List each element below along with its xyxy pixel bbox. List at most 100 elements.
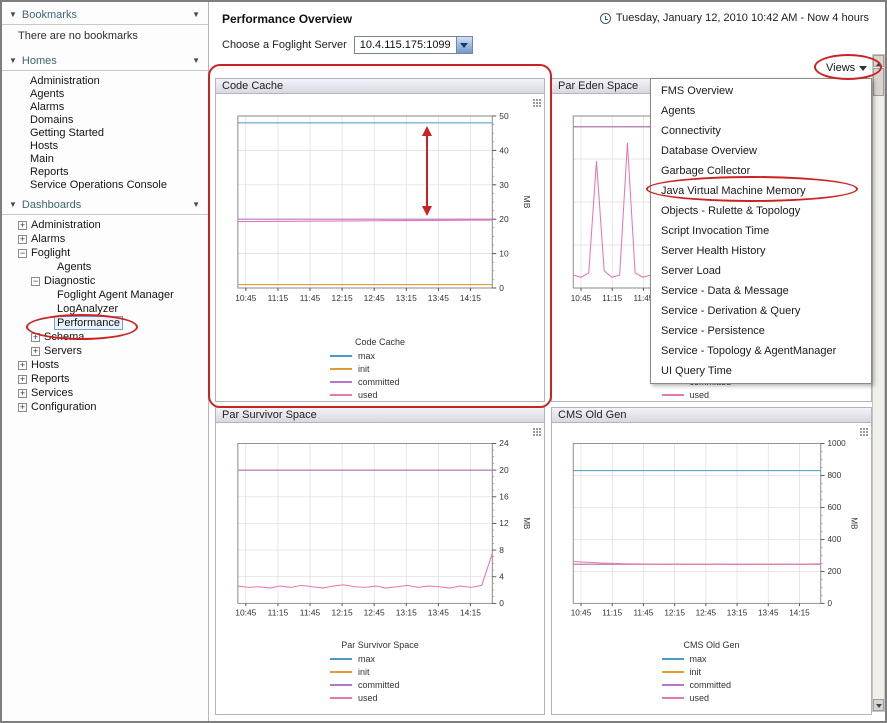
- tree-label-services[interactable]: Services: [31, 387, 73, 399]
- scrollbar-thumb[interactable]: [873, 68, 884, 96]
- expand-plus-icon[interactable]: +: [18, 375, 27, 384]
- home-item-hosts[interactable]: Hosts: [2, 140, 208, 153]
- tree-label-administration[interactable]: Administration: [31, 219, 101, 231]
- dashboard-node-loganalyzer[interactable]: LogAnalyzer: [2, 302, 208, 316]
- homes-section-header[interactable]: ▼ Homes ▼: [2, 52, 208, 71]
- chart-panel-header[interactable]: CMS Old Gen: [552, 408, 871, 423]
- dashboard-node-servers[interactable]: + Servers: [2, 344, 208, 358]
- legend-item-committed: committed: [330, 375, 430, 388]
- chart-panel-cms-old-gen: CMS Old Gen 02004006008001000MB10:4511:1…: [551, 407, 872, 715]
- expand-plus-icon[interactable]: +: [31, 347, 40, 356]
- scroll-down-icon[interactable]: [873, 699, 884, 711]
- tree-label-servers[interactable]: Servers: [44, 345, 82, 357]
- dashboards-section-header[interactable]: ▼ Dashboards ▼: [2, 196, 208, 215]
- legend-label-used: used: [690, 390, 710, 400]
- chart-plot[interactable]: 01020304050MB10:4511:1511:4512:1512:4513…: [216, 94, 544, 322]
- dashboard-node-foglight-agent-manager[interactable]: Foglight Agent Manager: [2, 288, 208, 302]
- views-menu-item-service-derivation-query[interactable]: Service - Derivation & Query: [651, 301, 871, 321]
- section-options-icon[interactable]: ▼: [192, 201, 200, 209]
- section-options-icon[interactable]: ▼: [192, 11, 200, 19]
- time-range-selector[interactable]: Tuesday, January 12, 2010 10:42 AM - Now…: [600, 12, 869, 24]
- dashboard-node-foglight[interactable]: −Foglight: [2, 246, 208, 260]
- views-menu-item-fms-overview[interactable]: FMS Overview: [651, 81, 871, 101]
- views-menu-item-connectivity[interactable]: Connectivity: [651, 121, 871, 141]
- legend-rows: maxinitcommittedused: [662, 652, 762, 704]
- views-menu-item-garbage-collector[interactable]: Garbage Collector: [651, 161, 871, 181]
- sidebar-section-homes: ▼ Homes ▼ AdministrationAgentsAlarmsDoma…: [2, 52, 208, 194]
- views-menu-item-script-invocation-time[interactable]: Script Invocation Time: [651, 221, 871, 241]
- svg-text:0: 0: [828, 599, 833, 608]
- views-menu-item-service-persistence[interactable]: Service - Persistence: [651, 321, 871, 341]
- server-select[interactable]: 10.4.115.175:1099: [354, 36, 473, 54]
- chart-panel-header[interactable]: Code Cache: [216, 79, 544, 94]
- dashboard-node-services[interactable]: + Services: [2, 386, 208, 400]
- tree-label-alarms[interactable]: Alarms: [31, 233, 65, 245]
- chart-customizer-icon[interactable]: [533, 428, 535, 430]
- views-menu-item-server-health-history[interactable]: Server Health History: [651, 241, 871, 261]
- views-menu-item-java-virtual-machine-memory[interactable]: Java Virtual Machine Memory: [651, 181, 871, 201]
- dropdown-arrow-icon[interactable]: [456, 37, 472, 53]
- tree-label-agents[interactable]: Agents: [57, 261, 91, 273]
- home-item-alarms[interactable]: Alarms: [2, 101, 208, 114]
- vertical-scrollbar[interactable]: [872, 54, 885, 712]
- tree-label-schema[interactable]: Schema: [44, 331, 84, 343]
- expand-plus-icon[interactable]: +: [18, 361, 27, 370]
- dashboard-node-hosts[interactable]: + Hosts: [2, 358, 208, 372]
- legend-label-max: max: [690, 654, 707, 664]
- bookmarks-section-header[interactable]: ▼ Bookmarks ▼: [2, 6, 208, 25]
- views-menu-item-service-topology-agentmanager[interactable]: Service - Topology & AgentManager: [651, 341, 871, 361]
- dashboard-node-configuration[interactable]: + Configuration: [2, 400, 208, 414]
- svg-text:10:45: 10:45: [235, 609, 257, 618]
- tree-label-loganalyzer[interactable]: LogAnalyzer: [57, 303, 118, 315]
- home-item-reports[interactable]: Reports: [2, 166, 208, 179]
- tree-label-foglight[interactable]: Foglight: [31, 247, 70, 259]
- dashboard-node-reports[interactable]: + Reports: [2, 372, 208, 386]
- views-menu-item-objects-rulette-topology[interactable]: Objects - Rulette & Topology: [651, 201, 871, 221]
- chart-customizer-icon[interactable]: [860, 428, 862, 430]
- svg-text:12:15: 12:15: [332, 293, 353, 303]
- home-item-domains[interactable]: Domains: [2, 114, 208, 127]
- tree-label-diagnostic[interactable]: Diagnostic: [44, 275, 95, 287]
- tree-label-configuration[interactable]: Configuration: [31, 401, 96, 413]
- views-menu-item-database-overview[interactable]: Database Overview: [651, 141, 871, 161]
- chart-customizer-icon[interactable]: [533, 99, 535, 101]
- scroll-up-icon[interactable]: [873, 55, 884, 67]
- expand-plus-icon[interactable]: +: [18, 389, 27, 398]
- chart-panel-header[interactable]: Par Survivor Space: [216, 408, 544, 423]
- tree-label-performance[interactable]: Performance: [54, 316, 123, 330]
- dashboard-node-diagnostic[interactable]: −Diagnostic: [2, 274, 208, 288]
- tree-label-hosts[interactable]: Hosts: [31, 359, 59, 371]
- expand-plus-icon[interactable]: +: [18, 403, 27, 412]
- section-options-icon[interactable]: ▼: [192, 57, 200, 65]
- dashboard-node-schema[interactable]: + Schema: [2, 330, 208, 344]
- home-item-service-operations-console[interactable]: Service Operations Console: [2, 179, 208, 192]
- chart-plot[interactable]: 02004006008001000MB10:4511:1511:4512:151…: [552, 423, 871, 635]
- expand-plus-icon[interactable]: +: [18, 221, 27, 230]
- dashboard-node-alarms[interactable]: + Alarms: [2, 232, 208, 246]
- tree-label-reports[interactable]: Reports: [31, 373, 70, 385]
- dashboard-node-administration[interactable]: + Administration: [2, 218, 208, 232]
- views-menu-item-service-data-message[interactable]: Service - Data & Message: [651, 281, 871, 301]
- svg-text:20: 20: [499, 214, 509, 224]
- views-menu-item-agents[interactable]: Agents: [651, 101, 871, 121]
- home-item-administration[interactable]: Administration: [2, 75, 208, 88]
- collapse-minus-icon[interactable]: −: [18, 249, 27, 258]
- home-item-main[interactable]: Main: [2, 153, 208, 166]
- tree-label-foglight-agent-manager[interactable]: Foglight Agent Manager: [57, 289, 174, 301]
- views-menu-item-ui-query-time[interactable]: UI Query Time: [651, 361, 871, 381]
- home-item-agents[interactable]: Agents: [2, 88, 208, 101]
- legend-label-used: used: [690, 693, 710, 703]
- svg-text:10:45: 10:45: [235, 293, 256, 303]
- dashboard-node-performance[interactable]: Performance: [2, 316, 208, 330]
- svg-text:13:15: 13:15: [396, 293, 417, 303]
- legend-label-max: max: [358, 351, 375, 361]
- expand-plus-icon[interactable]: +: [31, 333, 40, 342]
- dashboard-node-agents[interactable]: Agents: [2, 260, 208, 274]
- home-item-getting-started[interactable]: Getting Started: [2, 127, 208, 140]
- views-menu-item-server-load[interactable]: Server Load: [651, 261, 871, 281]
- chart-title: Par Survivor Space: [222, 409, 317, 421]
- expand-plus-icon[interactable]: +: [18, 235, 27, 244]
- collapse-minus-icon[interactable]: −: [31, 277, 40, 286]
- chart-plot[interactable]: 04812162024MB10:4511:1511:4512:1512:4513…: [216, 423, 544, 635]
- views-button[interactable]: Views: [826, 61, 867, 75]
